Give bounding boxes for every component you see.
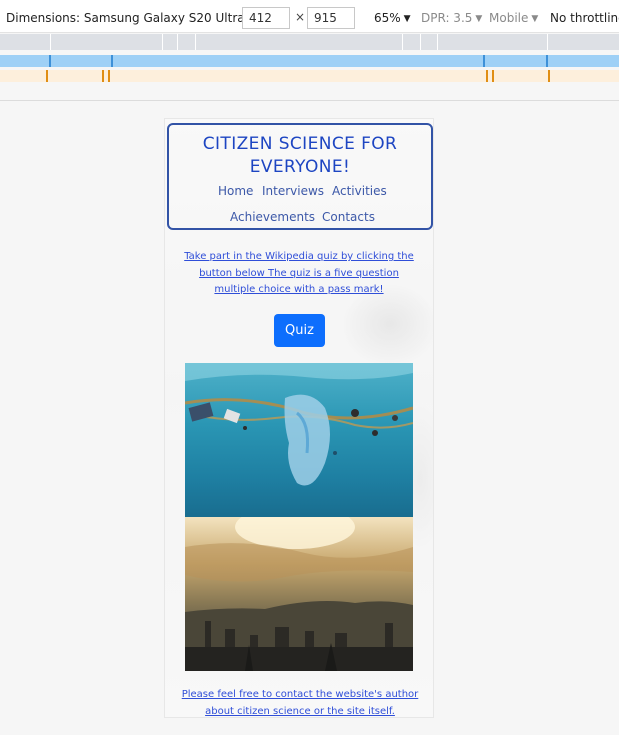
mq-tick bbox=[108, 70, 110, 82]
mq-divider bbox=[195, 34, 196, 50]
mode-label: Mobile bbox=[489, 11, 529, 25]
mq-tick bbox=[486, 70, 488, 82]
device-viewport[interactable]: CITIZEN SCIENCE FOR EVERYONE! Home Inter… bbox=[164, 118, 434, 718]
mq-tick bbox=[492, 70, 494, 82]
mq-divider bbox=[420, 34, 421, 50]
media-query-bar-max[interactable] bbox=[0, 34, 619, 50]
media-query-bar-min[interactable] bbox=[0, 70, 619, 82]
mq-divider bbox=[177, 34, 178, 50]
nav-interviews[interactable]: Interviews bbox=[262, 184, 324, 198]
ruler-divider bbox=[0, 100, 619, 101]
nav-home[interactable]: Home bbox=[218, 184, 253, 198]
mq-tick bbox=[102, 70, 104, 82]
mq-tick bbox=[49, 55, 51, 67]
mq-tick bbox=[548, 70, 550, 82]
zoom-label: 65% bbox=[374, 11, 401, 25]
device-selector[interactable]: Dimensions: Samsung Galaxy S20 Ultra▼ bbox=[6, 10, 255, 28]
nav-contacts[interactable]: Contacts bbox=[322, 210, 375, 224]
mq-divider bbox=[547, 34, 548, 50]
contact-author-link[interactable]: Please feel free to contact the website'… bbox=[175, 687, 425, 717]
nav-activities[interactable]: Activities bbox=[332, 184, 387, 198]
throttling-label: No throttling bbox=[550, 11, 619, 25]
mode-selector[interactable]: Mobile ▼ bbox=[489, 10, 538, 28]
caret-down-icon: ▼ bbox=[403, 14, 411, 24]
device-toolbar: Dimensions: Samsung Galaxy S20 Ultra▼ 41… bbox=[0, 0, 619, 33]
quiz-intro-link[interactable]: Take part in the Wikipedia quiz by click… bbox=[181, 249, 417, 299]
quiz-button[interactable]: Quiz bbox=[274, 314, 325, 347]
dpr-label: DPR: 3.5 bbox=[421, 11, 473, 25]
mq-divider bbox=[50, 34, 51, 50]
width-input[interactable]: 412 bbox=[242, 7, 290, 29]
city-sunset-skyline-image bbox=[185, 517, 413, 671]
zoom-selector[interactable]: 65% ▼ bbox=[374, 10, 411, 28]
site-header: CITIZEN SCIENCE FOR EVERYONE! Home Inter… bbox=[167, 123, 433, 230]
nav-achievements[interactable]: Achievements bbox=[230, 210, 315, 224]
device-label: Dimensions: Samsung Galaxy S20 Ultra bbox=[6, 11, 245, 25]
mq-tick bbox=[546, 55, 548, 67]
throttling-selector[interactable]: No throttling bbox=[550, 10, 619, 26]
mq-divider bbox=[437, 34, 438, 50]
site-title: CITIZEN SCIENCE FOR EVERYONE! bbox=[202, 134, 398, 177]
caret-down-icon: ▼ bbox=[475, 14, 483, 24]
times-icon: × bbox=[295, 10, 306, 24]
plastic-pollution-underwater-image bbox=[185, 363, 413, 517]
mq-tick bbox=[483, 55, 485, 67]
height-input[interactable]: 915 bbox=[307, 7, 355, 29]
mq-tick bbox=[46, 70, 48, 82]
mq-divider bbox=[402, 34, 403, 50]
media-query-bar-min-max[interactable] bbox=[0, 55, 619, 67]
dpr-selector[interactable]: DPR: 3.5 ▼ bbox=[421, 10, 482, 28]
caret-down-icon: ▼ bbox=[531, 14, 539, 24]
mq-tick bbox=[111, 55, 113, 67]
mq-divider bbox=[162, 34, 163, 50]
